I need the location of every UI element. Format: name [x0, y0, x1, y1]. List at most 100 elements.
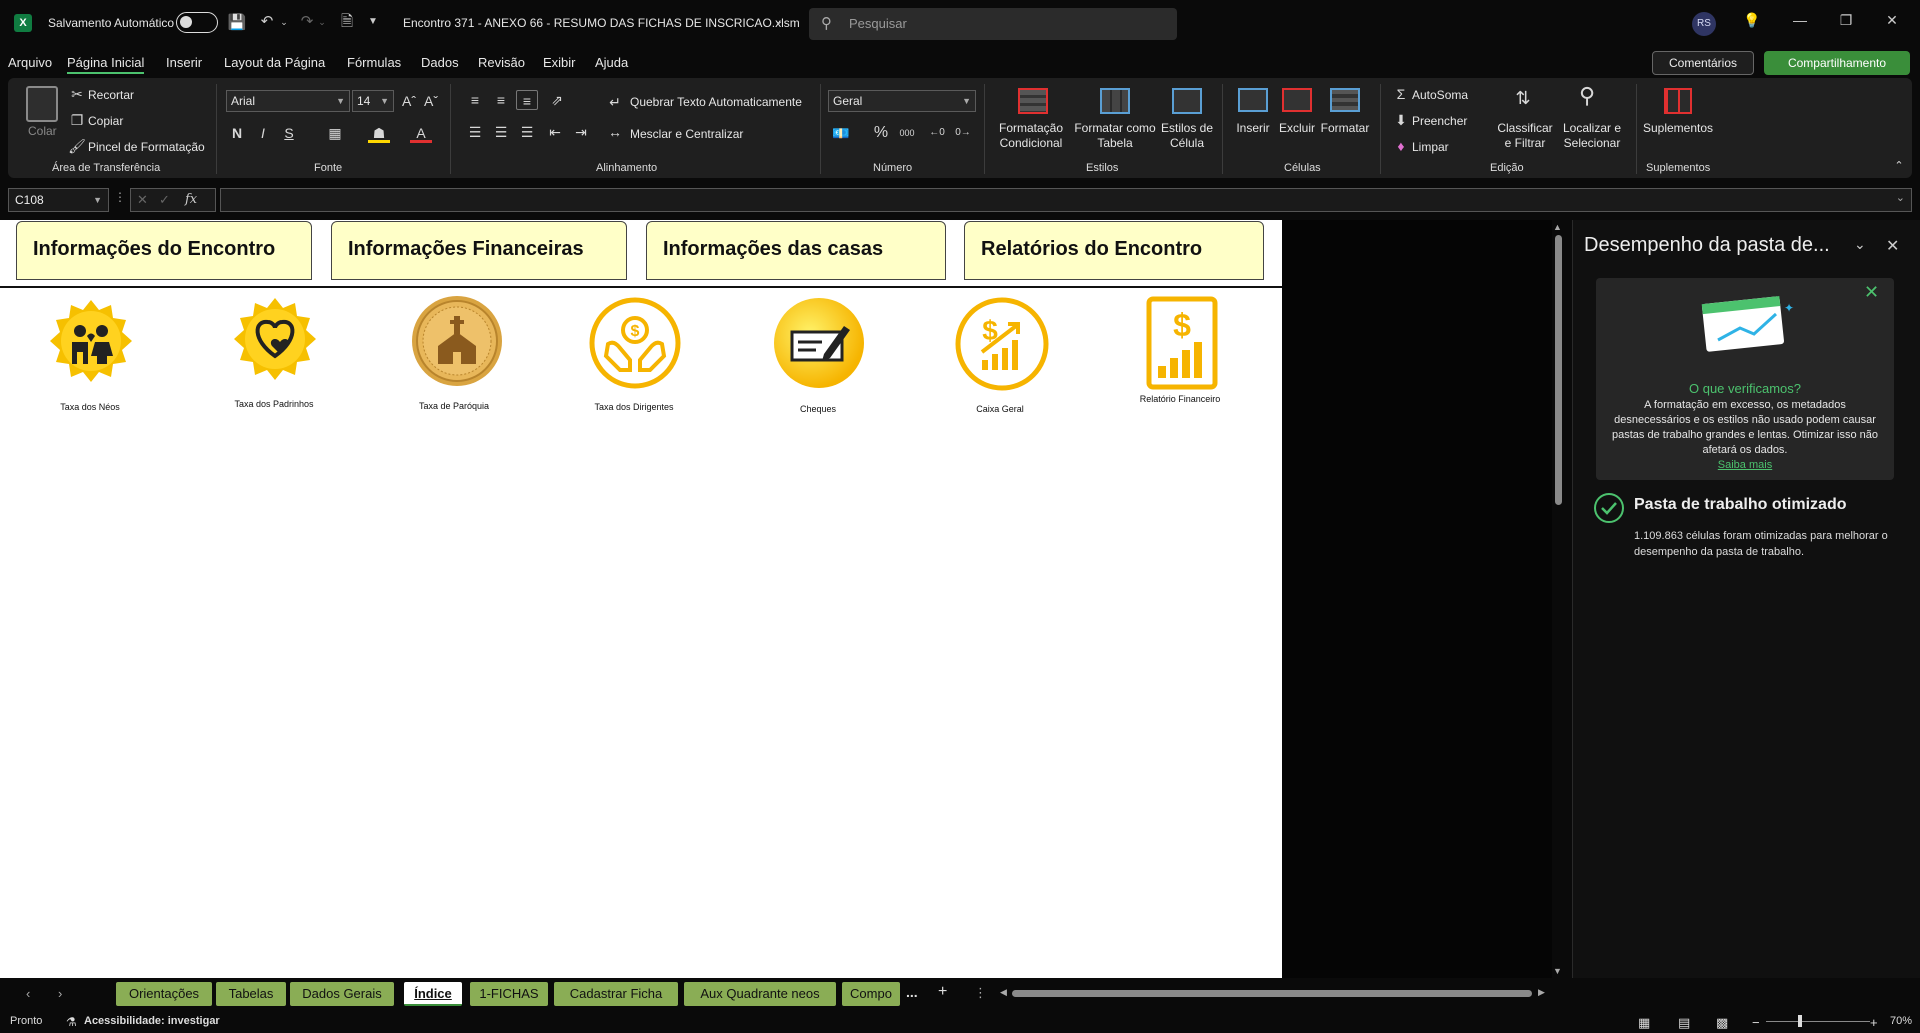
- avatar[interactable]: RS: [1692, 12, 1716, 36]
- zoom-in-icon[interactable]: +: [1870, 1015, 1878, 1030]
- restore-icon[interactable]: ❐: [1836, 12, 1856, 32]
- font-family-select[interactable]: Arial ▼: [226, 90, 350, 112]
- file-name[interactable]: Encontro 371 - ANEXO 66 - RESUMO DAS FIC…: [403, 16, 800, 30]
- find-icon[interactable]: ⚲: [1576, 85, 1598, 107]
- font-color-icon[interactable]: A: [410, 123, 432, 143]
- cell-styles-icon[interactable]: [1172, 88, 1202, 114]
- autosum-icon[interactable]: Σ: [1390, 84, 1412, 104]
- close-icon[interactable]: ✕: [1882, 12, 1902, 32]
- clear-button[interactable]: Limpar: [1412, 140, 1449, 154]
- copy-button[interactable]: Copiar: [88, 114, 123, 128]
- pane-close-icon[interactable]: ✕: [1886, 236, 1899, 256]
- dollar-growth-icon[interactable]: $: [954, 296, 1050, 392]
- copy-icon[interactable]: ❐: [66, 110, 88, 130]
- horizontal-scroll-thumb[interactable]: [1012, 990, 1532, 997]
- accessibility-status[interactable]: Acessibilidade: investigar: [84, 1015, 220, 1027]
- heart-hands-icon[interactable]: [232, 296, 318, 382]
- card-close-icon[interactable]: ✕: [1864, 282, 1879, 303]
- formula-input[interactable]: ⌄: [220, 188, 1912, 212]
- addins-button[interactable]: Suplementos: [1638, 121, 1718, 136]
- underline-button[interactable]: S: [278, 123, 300, 143]
- add-sheet-icon[interactable]: +: [938, 983, 947, 1001]
- find-select-button[interactable]: Localizar e Selecionar: [1556, 121, 1628, 151]
- format-table-button[interactable]: Formatar como Tabela: [1072, 121, 1158, 151]
- align-right-icon[interactable]: ☰: [516, 122, 538, 142]
- borders-icon[interactable]: ▦: [324, 123, 346, 143]
- sheet-tab-compo[interactable]: Compo: [842, 982, 900, 1006]
- undo-dropdown-icon[interactable]: ⌄: [278, 12, 290, 32]
- collapse-ribbon-icon[interactable]: ⌃: [1888, 156, 1910, 176]
- fill-button[interactable]: Preencher: [1412, 114, 1467, 128]
- family-icon[interactable]: [48, 298, 134, 384]
- format-cells-button[interactable]: Formatar: [1318, 121, 1372, 136]
- cut-button[interactable]: Recortar: [88, 88, 134, 102]
- conditional-format-button[interactable]: Formatação Condicional: [994, 121, 1068, 151]
- merge-center-icon[interactable]: ↔: [604, 122, 626, 142]
- more-tabs-button[interactable]: ...: [906, 984, 918, 1000]
- number-format-select[interactable]: Geral ▼: [828, 90, 976, 112]
- tab-next-icon[interactable]: ›: [58, 986, 62, 1001]
- sheet-tab-tabelas[interactable]: Tabelas: [216, 982, 286, 1006]
- menu-ajuda[interactable]: Ajuda: [595, 55, 628, 70]
- conditional-format-icon[interactable]: [1018, 88, 1048, 114]
- fill-color-icon[interactable]: ☗: [368, 123, 390, 143]
- percent-button[interactable]: %: [870, 123, 892, 143]
- hscroll-left-icon[interactable]: ◀: [1000, 987, 1007, 998]
- align-left-icon[interactable]: ☰: [464, 122, 486, 142]
- align-bottom-icon[interactable]: ≡: [516, 90, 538, 110]
- tab-prev-icon[interactable]: ‹: [26, 986, 30, 1001]
- sheet-tab-indice[interactable]: Índice: [404, 982, 462, 1006]
- page-layout-icon[interactable]: ▤: [1678, 1015, 1690, 1031]
- format-painter-button[interactable]: Pincel de Formatação: [88, 140, 205, 154]
- wrap-text-icon[interactable]: ↵: [604, 92, 626, 112]
- hscroll-right-icon[interactable]: ▶: [1538, 987, 1545, 998]
- menu-inserir[interactable]: Inserir: [166, 55, 202, 70]
- format-cells-icon[interactable]: [1330, 88, 1360, 112]
- zoom-slider[interactable]: [1766, 1021, 1870, 1022]
- comments-button[interactable]: Comentários: [1652, 51, 1754, 75]
- money-hands-icon[interactable]: $: [588, 296, 682, 390]
- decrease-font-icon[interactable]: Aˇ: [420, 91, 442, 111]
- accessibility-icon[interactable]: ⚗: [66, 1015, 77, 1029]
- nav-tab-encontro[interactable]: Informações do Encontro: [16, 221, 312, 280]
- format-painter-icon[interactable]: 🖌: [66, 136, 88, 156]
- decrease-decimal-icon[interactable]: 0→: [952, 123, 974, 143]
- zoom-out-icon[interactable]: −: [1752, 1015, 1760, 1030]
- share-button[interactable]: Compartilhamento: [1764, 51, 1910, 75]
- cut-icon[interactable]: ✂: [66, 84, 88, 104]
- delete-cells-button[interactable]: Excluir: [1276, 121, 1318, 136]
- sheet-tab-cadastrar-ficha[interactable]: Cadastrar Ficha: [554, 982, 678, 1006]
- format-table-icon[interactable]: [1100, 88, 1130, 114]
- menu-dados[interactable]: Dados: [421, 55, 459, 70]
- eraser-icon[interactable]: ♦: [1390, 136, 1412, 156]
- sort-filter-icon[interactable]: ⇅: [1512, 88, 1534, 108]
- redo-dropdown-icon[interactable]: ⌄: [316, 12, 328, 32]
- sheet-tab-fichas[interactable]: 1-FICHAS: [470, 982, 548, 1006]
- menu-revisao[interactable]: Revisão: [478, 55, 525, 70]
- nav-tab-relatorios[interactable]: Relatórios do Encontro: [964, 221, 1264, 280]
- customize-toolbar-icon[interactable]: ▼: [364, 12, 382, 32]
- expand-formula-icon[interactable]: ⌄: [1896, 191, 1905, 204]
- normal-view-icon[interactable]: ▦: [1638, 1015, 1650, 1031]
- sheet-tab-dados-gerais[interactable]: Dados Gerais: [290, 982, 394, 1006]
- paste-icon[interactable]: [26, 86, 58, 122]
- insert-function-button[interactable]: fx: [185, 192, 197, 207]
- scroll-up-icon[interactable]: ▲: [1553, 222, 1562, 232]
- menu-formulas[interactable]: Fórmulas: [347, 55, 401, 70]
- delete-cells-icon[interactable]: [1282, 88, 1312, 112]
- autosum-button[interactable]: AutoSoma: [1412, 88, 1468, 102]
- decrease-indent-icon[interactable]: ⇤: [544, 122, 566, 142]
- cell-styles-button[interactable]: Estilos de Célula: [1158, 121, 1216, 151]
- fill-icon[interactable]: ⬇: [1390, 110, 1412, 130]
- sort-filter-button[interactable]: Classificar e Filtrar: [1490, 121, 1560, 151]
- nav-tab-financeiras[interactable]: Informações Financeiras: [331, 221, 627, 280]
- filename-chevron-icon[interactable]: ⌄: [772, 12, 786, 32]
- increase-font-icon[interactable]: Aˆ: [398, 91, 420, 111]
- insert-cells-icon[interactable]: [1238, 88, 1268, 112]
- font-size-select[interactable]: 14 ▼: [352, 90, 394, 112]
- learn-more-link[interactable]: Saiba mais: [1596, 458, 1894, 473]
- scroll-down-icon[interactable]: ▼: [1553, 966, 1562, 976]
- sheet-tab-aux-quadrante[interactable]: Aux Quadrante neos: [684, 982, 836, 1006]
- increase-decimal-icon[interactable]: ←0: [926, 123, 948, 143]
- zoom-slider-thumb[interactable]: [1798, 1015, 1802, 1027]
